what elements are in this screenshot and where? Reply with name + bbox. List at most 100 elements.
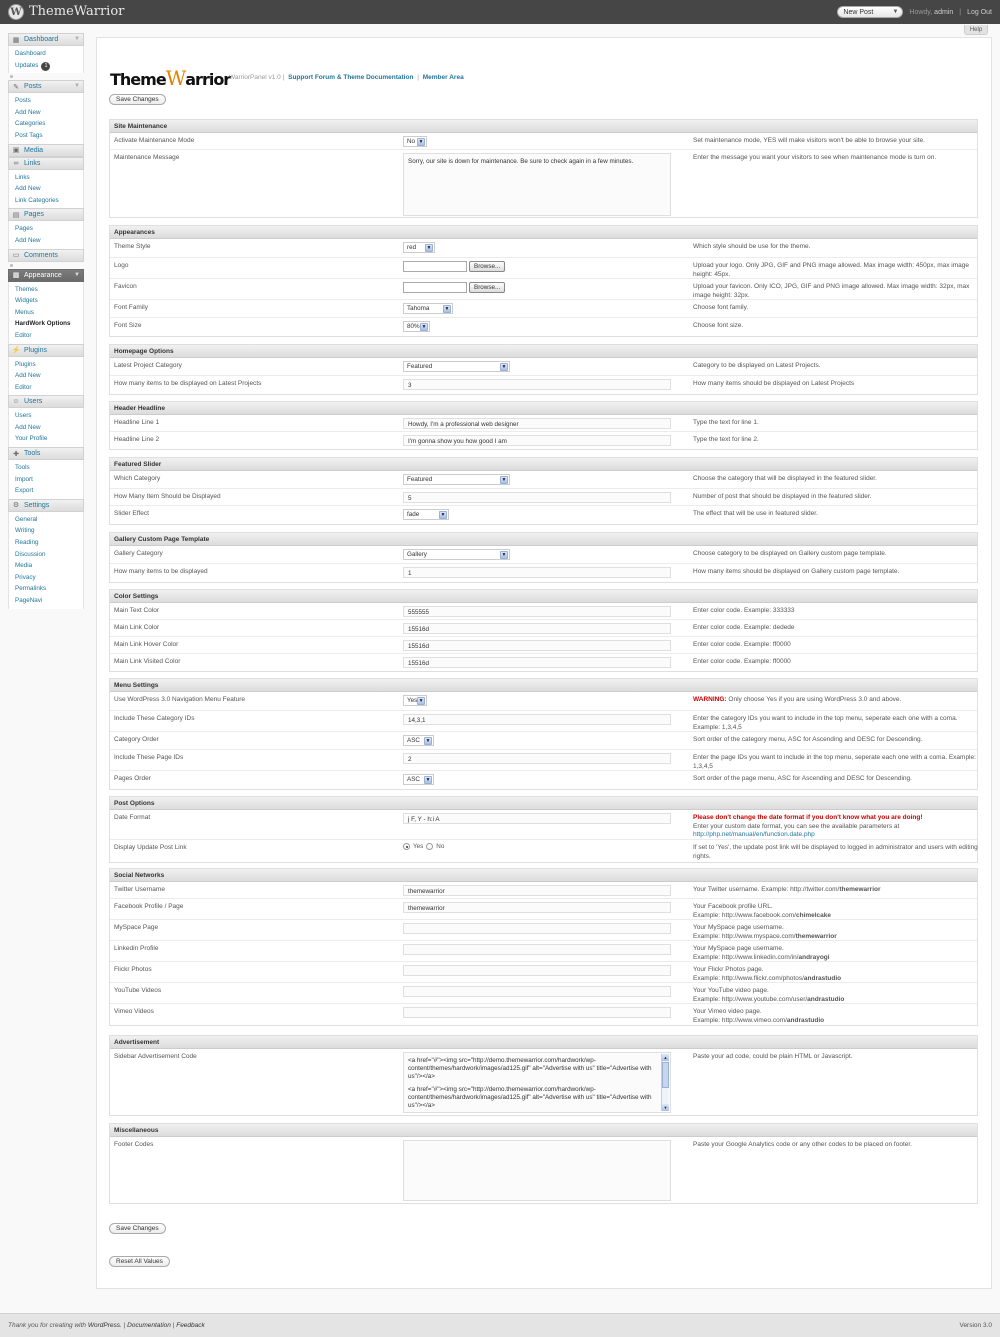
menu-media[interactable]: ▣ Media <box>8 143 84 157</box>
footer-codes-textarea[interactable] <box>403 1140 671 1201</box>
theme-style-select[interactable]: red ▼ <box>403 242 435 253</box>
vimeo-videos-input[interactable] <box>403 1007 671 1018</box>
favicon-browse-button[interactable]: Browse... <box>469 282 506 293</box>
date-format-input[interactable]: j F, Y - h:i A <box>403 813 671 824</box>
submenu-item-general[interactable]: General <box>15 514 83 526</box>
submenu-item-add-new[interactable]: Add New <box>15 370 83 382</box>
slider-category-select[interactable]: Featured ▼ <box>403 474 510 485</box>
main-link-color-input[interactable]: 15516d <box>403 623 671 634</box>
menu-tools[interactable]: ✚ Tools <box>8 447 84 461</box>
flickr-photos-input[interactable] <box>403 965 671 976</box>
menu-toggle-icon[interactable]: ▼ <box>74 272 80 278</box>
youtube-videos-input[interactable] <box>403 986 671 997</box>
maintenance-mode-select[interactable]: No ▼ <box>403 136 427 147</box>
menu-posts[interactable]: ✎ Posts ▼ <box>8 80 84 94</box>
page-ids-input[interactable]: 2 <box>403 753 671 764</box>
twitter-username-input[interactable]: themewarrior <box>403 885 671 896</box>
link-visited-color-input[interactable]: 15516d <box>403 657 671 668</box>
latest-projects-count-input[interactable]: 3 <box>403 379 671 390</box>
submenu-item-link-categories[interactable]: Link Categories <box>15 195 83 207</box>
submenu-item-pages[interactable]: Pages <box>15 223 83 235</box>
favorite-actions-dropdown[interactable]: New Post ▼ <box>837 6 904 18</box>
php-date-link[interactable]: http://php.net/manual/en/function.date.p… <box>693 831 815 838</box>
help-tab[interactable]: Help <box>964 25 988 35</box>
submenu-item-plugins[interactable]: Plugins <box>15 359 83 371</box>
submenu-item-add-new[interactable]: Add New <box>15 235 83 247</box>
link-hover-color-input[interactable]: 15516d <box>403 640 671 651</box>
submenu-item-discussion[interactable]: Discussion <box>15 549 83 561</box>
submenu-item-links[interactable]: Links <box>15 172 83 184</box>
headline-line-2-input[interactable]: I'm gonna show you how good I am <box>403 435 671 446</box>
sidebar-ad-code-textarea[interactable]: <a href="#"><img src="http://demo.themew… <box>403 1052 671 1113</box>
menu-dashboard[interactable]: ▦ Dashboard ▼ <box>8 33 84 46</box>
category-ids-input[interactable]: 14,3,1 <box>403 714 671 725</box>
myspace-page-input[interactable] <box>403 923 671 934</box>
latest-project-category-select[interactable]: Featured ▼ <box>403 361 510 372</box>
submenu-item-tools[interactable]: Tools <box>15 462 83 474</box>
submenu-item-menus[interactable]: Menus <box>15 307 83 319</box>
submenu-item-users[interactable]: Users <box>15 410 83 422</box>
submenu-item-add-new[interactable]: Add New <box>15 107 83 119</box>
gallery-category-select[interactable]: Gallery ▼ <box>403 549 510 560</box>
maintenance-message-textarea[interactable]: Sorry, our site is down for maintenance.… <box>403 153 671 216</box>
font-size-select[interactable]: 80% ▼ <box>403 321 430 332</box>
submenu-item-permalinks[interactable]: Permalinks <box>15 583 83 595</box>
logout-link[interactable]: Log Out <box>967 9 992 16</box>
menu-settings[interactable]: ⚙ Settings <box>8 498 84 512</box>
radio-no[interactable] <box>426 843 434 850</box>
headline-line-1-input[interactable]: Howdy, I'm a professional web designer <box>403 418 671 429</box>
submenu-item-posts[interactable]: Posts <box>15 95 83 107</box>
submenu-item-pagenavi[interactable]: PageNavi <box>15 595 83 607</box>
support-forum-link[interactable]: Support Forum & Theme Documentation <box>288 74 413 81</box>
textarea-scrollbar[interactable]: ▲ ▼ <box>661 1054 669 1111</box>
submenu-item-add-new[interactable]: Add New <box>15 422 83 434</box>
menu-pages[interactable]: ▤ Pages <box>8 208 84 222</box>
nav-menu-feature-select[interactable]: Yes ▼ <box>403 695 427 706</box>
scroll-down-icon[interactable]: ▼ <box>662 1104 669 1111</box>
submenu-item-updates[interactable]: Updates 1 <box>15 60 83 72</box>
username-link[interactable]: admin <box>934 9 953 16</box>
menu-links[interactable]: ∞ Links <box>8 156 84 170</box>
save-changes-button-bottom[interactable]: Save Changes <box>109 1223 166 1234</box>
submenu-item-add-new[interactable]: Add New <box>15 183 83 195</box>
pages-order-select[interactable]: ASC ▼ <box>403 774 434 785</box>
submenu-item-dashboard[interactable]: Dashboard <box>15 48 83 60</box>
site-title[interactable]: ThemeWarrior <box>29 4 124 19</box>
wordpress-link[interactable]: WordPress <box>88 1322 120 1329</box>
submenu-item-reading[interactable]: Reading <box>15 537 83 549</box>
submenu-item-import[interactable]: Import <box>15 474 83 486</box>
slider-effect-select[interactable]: fade ▼ <box>403 509 449 520</box>
facebook-profile-input[interactable]: themewarrior <box>403 902 671 913</box>
logo-file-input[interactable] <box>403 261 467 272</box>
submenu-item-export[interactable]: Export <box>15 485 83 497</box>
menu-toggle-icon[interactable]: ▼ <box>74 36 80 42</box>
scroll-up-icon[interactable]: ▲ <box>662 1054 669 1061</box>
submenu-item-themes[interactable]: Themes <box>15 284 83 296</box>
submenu-item-editor[interactable]: Editor <box>15 330 83 342</box>
submenu-item-post-tags[interactable]: Post Tags <box>15 130 83 142</box>
submenu-item-hardwork-options[interactable]: HardWork Options <box>15 318 83 330</box>
scroll-thumb[interactable] <box>662 1062 669 1088</box>
feedback-link[interactable]: Feedback <box>176 1322 205 1329</box>
submenu-item-writing[interactable]: Writing <box>15 525 83 537</box>
submenu-item-editor[interactable]: Editor <box>15 382 83 394</box>
menu-plugins[interactable]: ⚡ Plugins <box>8 343 84 357</box>
submenu-item-categories[interactable]: Categories <box>15 118 83 130</box>
gallery-count-input[interactable]: 1 <box>403 567 671 578</box>
logo-browse-button[interactable]: Browse... <box>469 261 506 272</box>
member-area-link[interactable]: Member Area <box>423 74 464 81</box>
menu-comments[interactable]: ▭ Comments <box>8 248 84 262</box>
slider-count-input[interactable]: 5 <box>403 492 671 503</box>
menu-users[interactable]: ☺ Users <box>8 395 84 409</box>
save-changes-button[interactable]: Save Changes <box>109 94 166 105</box>
submenu-item-widgets[interactable]: Widgets <box>15 295 83 307</box>
radio-yes[interactable] <box>403 843 410 850</box>
favicon-file-input[interactable] <box>403 282 467 293</box>
menu-toggle-icon[interactable]: ▼ <box>74 83 80 89</box>
category-order-select[interactable]: ASC ▼ <box>403 735 434 746</box>
font-family-select[interactable]: Tahoma ▼ <box>403 303 453 314</box>
reset-all-values-button[interactable]: Reset All Values <box>109 1256 170 1267</box>
submenu-item-your-profile[interactable]: Your Profile <box>15 433 83 445</box>
menu-appearance[interactable]: ▩ Appearance ▼ <box>8 268 84 282</box>
submenu-item-media[interactable]: Media <box>15 560 83 572</box>
